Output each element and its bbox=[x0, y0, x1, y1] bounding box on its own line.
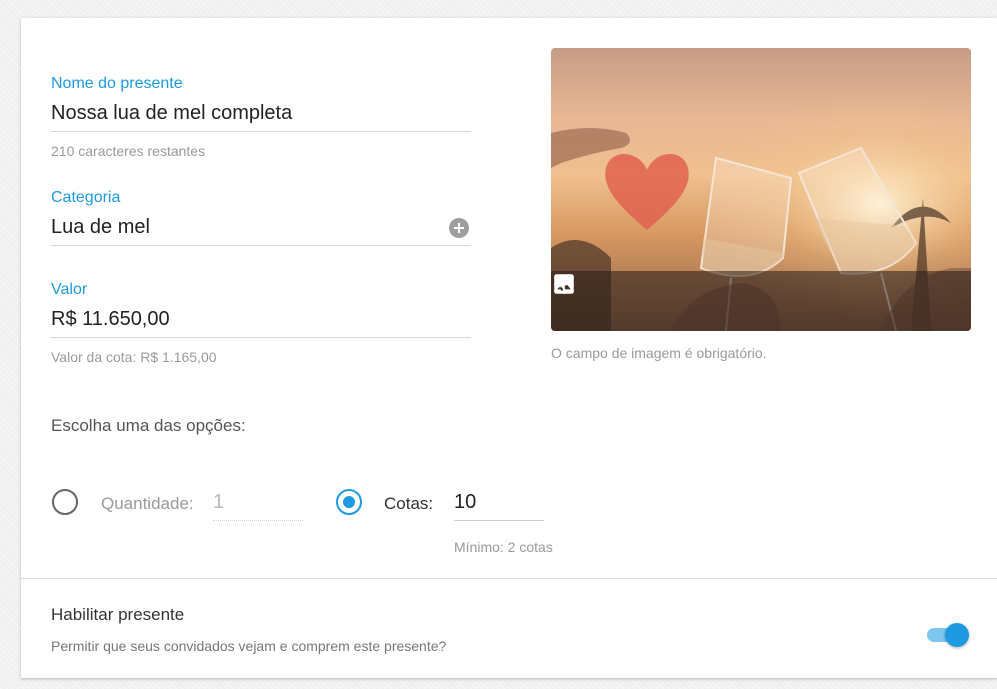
gift-name-char-counter: 210 caracteres restantes bbox=[51, 143, 206, 159]
shares-input[interactable]: 10 bbox=[454, 491, 544, 521]
quantity-label: Quantidade: bbox=[101, 494, 194, 513]
share-value-help: Valor da cota: R$ 1.165,00 bbox=[51, 349, 217, 365]
toggle-thumb[interactable] bbox=[945, 623, 969, 647]
enable-gift-title: Habilitar presente bbox=[51, 605, 185, 624]
image-required-help: O campo de imagem é obrigatório. bbox=[551, 345, 767, 361]
shares-min-help: Mínimo: 2 cotas bbox=[454, 539, 553, 555]
gift-form-card: Nome do presente Nossa lua de mel comple… bbox=[21, 18, 997, 678]
gift-image[interactable] bbox=[551, 48, 971, 331]
value-label: Valor bbox=[51, 281, 88, 298]
add-category-icon[interactable] bbox=[449, 218, 469, 238]
category-value: Lua de mel bbox=[51, 216, 150, 238]
quantity-input[interactable]: 1 bbox=[213, 491, 303, 521]
category-select[interactable]: Lua de mel bbox=[51, 215, 471, 246]
gift-name-label: Nome do presente bbox=[51, 75, 183, 92]
value-input[interactable]: R$ 11.650,00 bbox=[51, 307, 471, 338]
shares-radio[interactable] bbox=[336, 489, 362, 515]
section-divider bbox=[21, 578, 997, 579]
image-icon[interactable] bbox=[551, 271, 577, 297]
value-field[interactable]: Valor R$ 11.650,00 Valor da cota: R$ 1.1… bbox=[51, 281, 471, 365]
options-title: Escolha uma das opções: bbox=[51, 416, 246, 435]
gift-name-input[interactable]: Nossa lua de mel completa bbox=[51, 101, 471, 132]
category-label: Categoria bbox=[51, 189, 121, 206]
enable-gift-help: Permitir que seus convidados vejam e com… bbox=[51, 638, 447, 654]
enable-gift-toggle[interactable] bbox=[927, 623, 971, 647]
image-action-bar bbox=[551, 271, 971, 331]
shares-label: Cotas: bbox=[384, 494, 434, 513]
quantity-radio[interactable] bbox=[52, 489, 78, 515]
gift-name-field[interactable]: Nome do presente Nossa lua de mel comple… bbox=[51, 75, 471, 159]
category-field[interactable]: Categoria Lua de mel bbox=[51, 189, 471, 246]
